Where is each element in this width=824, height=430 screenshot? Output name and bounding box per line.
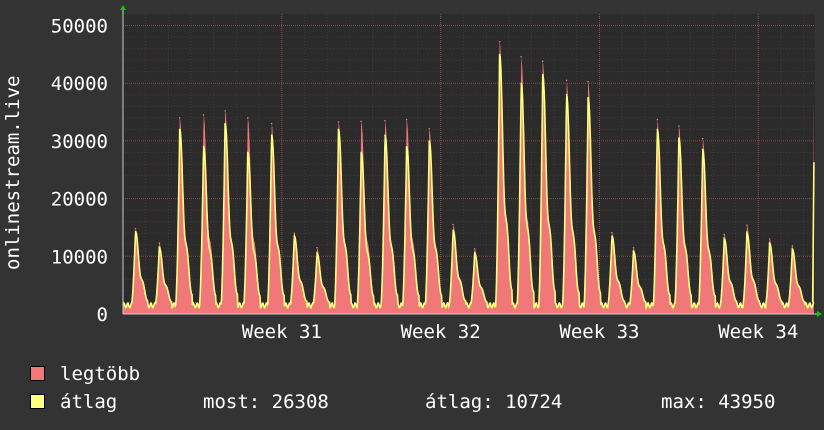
x-tick-label: Week 32: [401, 321, 481, 343]
avg-peak-point: [541, 73, 544, 76]
avg-peak-point: [316, 252, 318, 255]
y-axis-arrow-icon: [120, 5, 126, 10]
avg-peak-point: [158, 246, 161, 249]
avg-peak-point: [270, 134, 273, 136]
legend-label-max: legtöbb: [60, 363, 141, 385]
max-peak-point: [178, 117, 181, 119]
max-peak-point: [656, 118, 659, 121]
x-tick-label: Week 31: [242, 321, 322, 343]
avg-peak-point: [405, 145, 408, 148]
max-peak-point: [611, 231, 613, 234]
y-tick-label: 40000: [51, 73, 108, 95]
max-peak-point: [473, 248, 476, 250]
max-peak-point: [541, 60, 544, 63]
avg-peak-point: [224, 122, 226, 125]
max-peak-point: [452, 223, 454, 226]
max-peak-point: [405, 118, 408, 121]
max-peak-point: [158, 242, 161, 244]
max-peak-point: [360, 120, 363, 123]
avg-peak-point: [293, 235, 296, 237]
max-peak-point: [632, 246, 635, 249]
avg-peak-point: [678, 137, 680, 139]
avg-peak-point: [337, 128, 340, 131]
avg-peak-point: [452, 229, 454, 232]
max-peak-point: [428, 128, 431, 130]
max-peak-point: [316, 246, 318, 249]
avg-peak-point: [611, 235, 613, 237]
y-tick-label: 30000: [51, 131, 108, 153]
avg-peak-point: [360, 151, 363, 154]
legend-label-avg: átlag: [60, 391, 118, 413]
legend-swatch-max: [30, 366, 45, 381]
avg-peak-point: [656, 128, 659, 131]
x-axis-arrow-icon: [817, 311, 822, 317]
avg-peak-point: [587, 96, 589, 99]
y-tick-label: 10000: [51, 246, 108, 268]
max-peak-point: [723, 233, 726, 236]
avg-peak-point: [384, 134, 386, 136]
avg-peak-point: [768, 242, 771, 245]
y-tick-label: 20000: [51, 189, 108, 211]
avg-peak-point: [246, 151, 249, 154]
max-peak-point: [384, 119, 386, 122]
avg-peak-point: [202, 145, 205, 148]
max-peak-point: [270, 122, 273, 125]
max-peak-point: [768, 238, 771, 240]
x-tick-label: Week 34: [718, 321, 798, 343]
stat-average: átlag: 10724: [425, 391, 563, 413]
avg-peak-point: [701, 148, 704, 151]
max-peak-point: [134, 227, 137, 230]
y-tick-label: 0: [97, 304, 108, 326]
max-peak-point: [746, 224, 748, 226]
max-peak-point: [701, 137, 704, 140]
stat-max: max: 43950: [661, 391, 776, 413]
legend-swatch-avg: [30, 394, 45, 409]
max-peak-point: [791, 245, 794, 247]
avg-peak-point: [632, 250, 635, 253]
max-peak-point: [565, 79, 568, 82]
avg-peak-point: [520, 82, 522, 85]
max-peak-point: [678, 125, 680, 127]
max-peak-point: [520, 55, 522, 58]
avg-peak-point: [746, 232, 748, 235]
avg-peak-point: [473, 252, 476, 255]
avg-peak-point: [498, 53, 501, 56]
max-peak-point: [224, 110, 226, 112]
avg-peak-point: [134, 230, 137, 233]
y-axis-label: onlinestream.live: [2, 75, 24, 271]
y-tick-label: 50000: [51, 16, 108, 38]
avg-peak-point: [791, 248, 794, 251]
avg-peak-point: [178, 128, 181, 131]
max-peak-point: [293, 232, 296, 235]
max-peak-point: [498, 40, 501, 43]
avg-peak-point: [723, 238, 726, 240]
stat-current: most: 26308: [203, 391, 329, 413]
x-tick-label: Week 33: [559, 321, 639, 343]
avg-peak-point: [565, 93, 568, 96]
avg-peak-point: [428, 140, 431, 142]
max-peak-point: [246, 117, 249, 119]
max-peak-point: [202, 114, 205, 116]
max-peak-point: [587, 80, 589, 83]
max-peak-point: [337, 121, 340, 123]
